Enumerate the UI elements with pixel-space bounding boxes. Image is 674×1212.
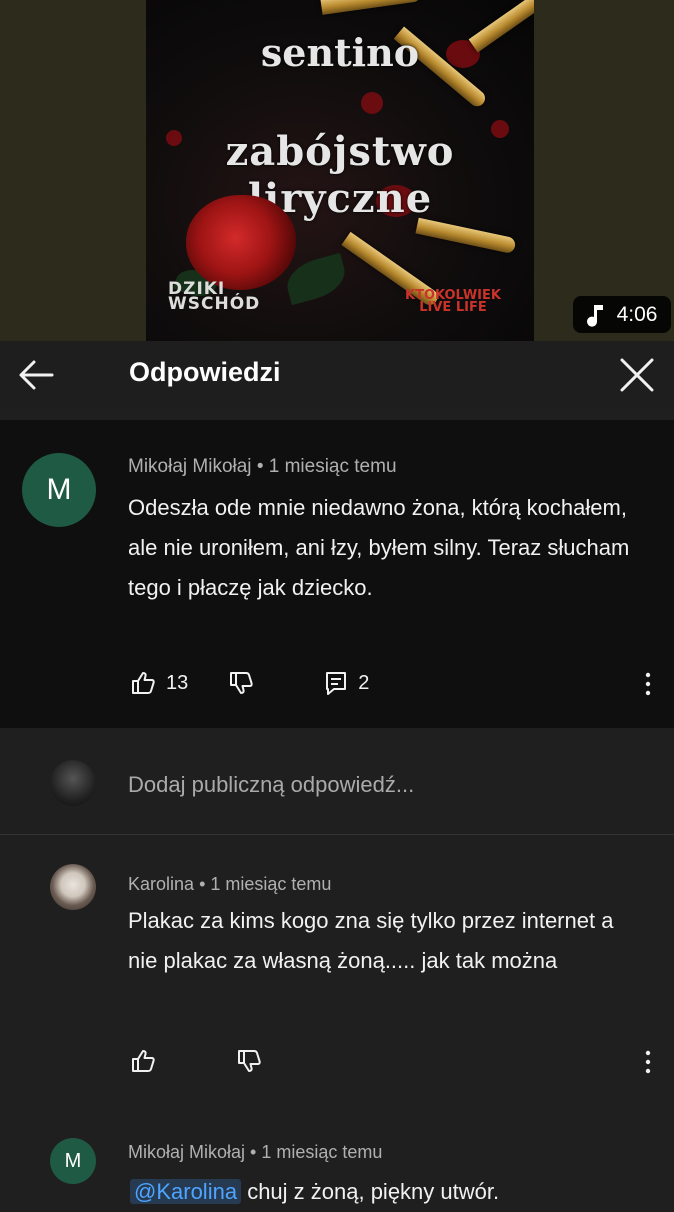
comment-text: Odeszła ode mnie niedawno żona, którą ko… [128,495,630,600]
comment-author[interactable]: Mikołaj Mikołaj [128,1142,245,1162]
thumb-up-icon [132,1050,155,1072]
comment-time: 1 miesiąc temu [268,456,397,477]
reply-count: 2 [358,671,370,694]
thumb-down-icon [230,672,253,694]
meta-separator: • [256,456,269,477]
close-icon[interactable] [616,354,658,396]
comment-meta: Karolina • 1 miesiąc temu [128,874,331,895]
meta-separator: • [250,1142,262,1162]
user-avatar [50,760,96,806]
album-cover: sentino zabójstwo liryczne DZIKI WSCHÓD … [146,0,534,341]
like-count: 13 [166,671,189,694]
duration-badge: 4:06 [573,296,671,333]
comment-actions: 13 2 [130,670,369,696]
meta-separator: • [199,874,211,894]
avatar-letter: M [64,1149,82,1172]
comment-text: Plakac za kims kogo zna się tylko przez … [128,908,614,973]
reply-input[interactable]: Dodaj publiczną odpowiedź... [128,772,414,798]
like-button[interactable]: 13 [130,670,188,696]
dislike-button[interactable] [236,1048,262,1074]
comment-time: 1 miesiąc temu [261,1142,383,1162]
comment-time: 1 miesiąc temu [210,874,332,894]
thumb-up-icon [132,672,155,694]
comment-icon [326,672,347,695]
arrow-left-icon[interactable] [16,357,56,393]
mention-link[interactable]: @Karolina [130,1179,242,1204]
more-vert-icon[interactable] [644,672,652,696]
like-button[interactable] [130,1048,156,1074]
video-player[interactable]: sentino zabójstwo liryczne DZIKI WSCHÓD … [0,0,674,341]
thumb-down-icon [238,1050,261,1072]
reply-input-row: Dodaj publiczną odpowiedź... [0,738,674,835]
avatar-letter: M [46,473,72,506]
comment-meta: Mikołaj Mikołaj • 1 miesiąc temu [128,456,397,478]
replies-header: Odpowiedzi [0,341,674,409]
avatar[interactable]: M [22,453,96,527]
replies-list: Karolina • 1 miesiąc temu Plakac za kims… [0,840,674,1204]
page-title: Odpowiedzi [129,357,281,387]
comment-actions [130,1048,262,1074]
cover-label-left: DZIKI WSCHÓD [168,279,261,314]
music-note-icon [586,304,603,327]
comment-text-body: chuj z żoną, piękny utwór. [247,1179,500,1204]
comment-text: @Karolina chuj z żoną, piękny utwór. [130,1172,650,1212]
comment-meta: Mikołaj Mikołaj • 1 miesiąc temu [128,1142,382,1163]
more-vert-icon[interactable] [644,1050,652,1074]
cover-label-right: KTOKOLWIEK LIVE LIFE [405,288,501,315]
avatar[interactable]: M [50,1138,96,1184]
replies-button[interactable]: 2 [324,670,369,696]
rose-image [186,195,296,290]
comment-author[interactable]: Mikołaj Mikołaj [128,456,252,477]
parent-comment: M Mikołaj Mikołaj • 1 miesiąc temu Odesz… [0,420,674,728]
duration-text: 4:06 [616,302,658,326]
avatar[interactable] [50,864,96,910]
cover-artist: sentino [260,30,420,75]
dislike-button[interactable] [228,670,254,696]
comment-author[interactable]: Karolina [128,874,194,894]
